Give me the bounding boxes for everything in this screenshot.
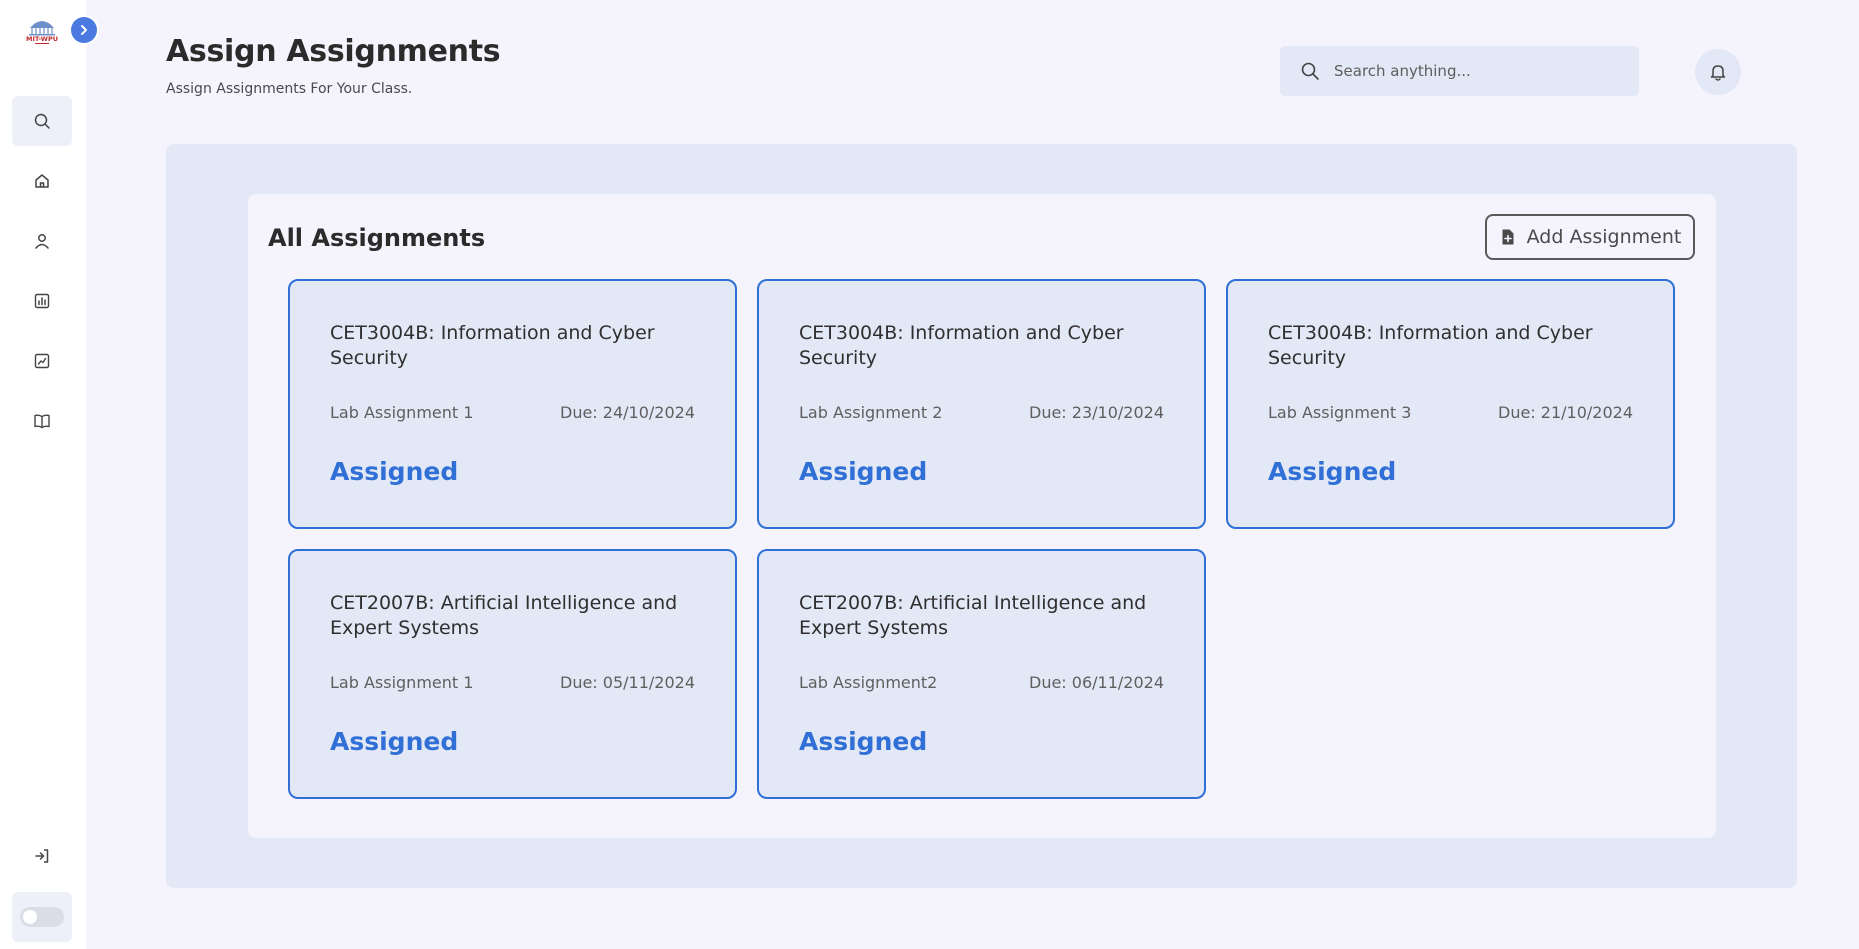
bar-chart-icon [34,293,50,309]
assignment-card[interactable]: CET2007B: Artificial Intelligence and Ex… [288,549,737,799]
bell-icon [1710,65,1726,81]
course-name: CET3004B: Information and Cyber Security [330,322,655,369]
due-date: Due: 21/10/2024 [1498,403,1633,422]
assignments-container: All Assignments Add Assignment CET3004B:… [248,194,1716,838]
expand-sidebar-button[interactable] [71,17,97,43]
due-date: Due: 06/11/2024 [1029,673,1164,692]
page-title: Assign Assignments [166,34,501,69]
status-label: Assigned [799,727,928,756]
status-label: Assigned [330,457,459,486]
logout-button[interactable] [12,831,72,881]
search-icon [34,113,50,129]
due-date: Due: 23/10/2024 [1029,403,1164,422]
status-label: Assigned [1268,457,1397,486]
course-name: CET3004B: Information and Cyber Security [1268,322,1593,369]
assignments-grid: CET3004B: Information and Cyber Security… [288,279,1675,799]
theme-toggle-switch[interactable] [20,907,64,927]
add-assignment-button[interactable]: Add Assignment [1485,214,1695,260]
book-icon [34,414,50,429]
assignment-name: Lab Assignment 3 [1268,403,1412,422]
nav-courses[interactable] [12,396,72,446]
line-chart-icon [34,353,50,369]
sidebar: MIT-WPU [0,0,97,949]
main-panel: All Assignments Add Assignment CET3004B:… [166,144,1797,888]
course-name: CET2007B: Artificial Intelligence and Ex… [330,592,678,639]
nav-analytics[interactable] [12,336,72,386]
assignment-name: Lab Assignment 1 [330,673,474,692]
nav-home[interactable] [12,156,72,206]
university-logo: MIT-WPU [24,14,60,46]
search-input[interactable] [1334,62,1614,80]
status-label: Assigned [799,457,928,486]
nav-reports[interactable] [12,276,72,326]
user-icon [35,234,49,249]
assignment-name: Lab Assignment2 [799,673,938,692]
assignment-card[interactable]: CET2007B: Artificial Intelligence and Ex… [757,549,1206,799]
nav-search[interactable] [12,96,72,146]
logout-icon [35,849,49,863]
assignment-name: Lab Assignment 1 [330,403,474,422]
search-bar [1280,46,1639,96]
due-date: Due: 24/10/2024 [560,403,695,422]
notifications-button[interactable] [1695,49,1741,95]
svg-text:MIT-WPU: MIT-WPU [26,35,58,43]
nav-profile[interactable] [12,216,72,266]
search-icon [1301,62,1319,80]
assignment-card[interactable]: CET3004B: Information and Cyber Security… [757,279,1206,529]
chevron-right-icon [81,25,87,35]
assignment-card[interactable]: CET3004B: Information and Cyber Security… [288,279,737,529]
course-name: CET2007B: Artificial Intelligence and Ex… [799,592,1147,639]
add-assignment-label: Add Assignment [1526,226,1682,248]
assignment-name: Lab Assignment 2 [799,403,943,422]
assignment-card[interactable]: CET3004B: Information and Cyber Security… [1226,279,1675,529]
page-subtitle: Assign Assignments For Your Class. [166,81,413,97]
section-title: All Assignments [268,224,486,252]
file-plus-icon [1502,229,1514,245]
status-label: Assigned [330,727,459,756]
home-icon [35,174,49,188]
course-name: CET3004B: Information and Cyber Security [799,322,1124,369]
due-date: Due: 05/11/2024 [560,673,695,692]
theme-toggle-container [12,892,72,942]
